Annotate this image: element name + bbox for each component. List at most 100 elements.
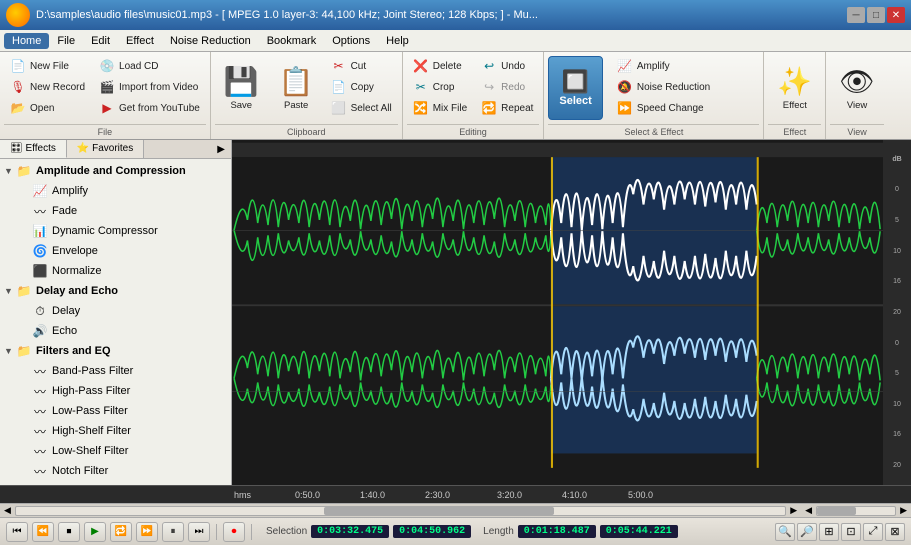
tree-item[interactable]: 📊Dynamic Compressor (0, 221, 231, 241)
menu-item-noise-reduction[interactable]: Noise Reduction (162, 33, 259, 49)
waveform-panel[interactable]: dB 0 5 10 16 20 0 5 10 16 20 (232, 140, 911, 485)
tree-item[interactable]: 🌀Envelope (0, 241, 231, 261)
save-button[interactable]: 💾 Save (215, 56, 268, 120)
zoom-fit-button[interactable]: ⊞ (819, 523, 839, 541)
selection-start-value: 0:03:32.475 (311, 525, 389, 538)
tree-category[interactable]: ▼📁Delay and Echo (0, 281, 231, 301)
menu-item-bookmark[interactable]: Bookmark (259, 33, 325, 49)
tree-category[interactable]: ▼📁Filters and EQ (0, 341, 231, 361)
tree-category[interactable]: ▼📁Amplitude and Compression (0, 161, 231, 181)
open-button[interactable]: 📂 Open (4, 98, 91, 118)
effects-tab[interactable]: 🎛 Effects (0, 140, 67, 158)
select-all-button[interactable]: ⬜ Select All (325, 98, 398, 118)
scroll-right-btn[interactable]: ▶ (790, 505, 797, 516)
repeat-button[interactable]: 🔁 Repeat (475, 98, 539, 118)
tree-item[interactable]: 🔊Echo (0, 321, 231, 341)
noise-reduction-button[interactable]: 🔕 Noise Reduction (611, 77, 716, 97)
delete-button[interactable]: ❌ Delete (407, 56, 473, 76)
tree-item[interactable]: 📈Amplify (0, 181, 231, 201)
tree-item[interactable]: 〰High-Pass Filter (0, 381, 231, 401)
db-label-16t: 16 (893, 278, 901, 285)
amplify-button[interactable]: 📈 Amplify (611, 56, 716, 76)
tree-item[interactable]: 〰High-Shelf Filter (0, 421, 231, 441)
tree-expand-icon[interactable]: ▼ (4, 346, 16, 356)
menu-item-options[interactable]: Options (324, 33, 378, 49)
save-label: Save (230, 100, 252, 111)
crop-button[interactable]: ✂ Crop (407, 77, 473, 97)
undo-button[interactable]: ↩ Undo (475, 56, 539, 76)
load-cd-button[interactable]: 💿 Load CD (93, 56, 206, 76)
menu-item-effect[interactable]: Effect (118, 33, 162, 49)
get-youtube-icon: ▶ (99, 100, 115, 116)
effect-button[interactable]: ✨ Effect (768, 56, 821, 120)
tree-item[interactable]: ⬛Normalize (0, 261, 231, 281)
get-youtube-button[interactable]: ▶ Get from YouTube (93, 98, 206, 118)
ribbon-group-effect: ✨ Effect Effect (764, 52, 826, 139)
tree-item[interactable]: ⏱Delay (0, 301, 231, 321)
paste-button[interactable]: 📋 Paste (270, 56, 323, 120)
tree-item-label: Amplitude and Compression (36, 165, 186, 177)
copy-button[interactable]: 📄 Copy (325, 77, 398, 97)
tree-item[interactable]: 〰Band-Pass Filter (0, 361, 231, 381)
scrollbar-thumb[interactable] (324, 507, 555, 515)
scroll-left-btn2[interactable]: ◀ (805, 505, 812, 516)
new-record-button[interactable]: 🎙 New Record (4, 77, 91, 97)
tree-item-icon: 🌀 (32, 243, 48, 259)
tree-item-icon: ⬛ (32, 263, 48, 279)
zoom-wavefit-button[interactable]: ⤢ (863, 523, 883, 541)
horizontal-scrollbar[interactable] (15, 506, 786, 516)
cut-label: Cut (351, 61, 367, 72)
zoom-controls: 🔍 🔎 ⊞ ⊡ ⤢ ⊠ (775, 523, 905, 541)
ribbon: 📄 New File 🎙 New Record 📂 Open 💿 Load CD (0, 52, 911, 140)
menu-item-home[interactable]: Home (4, 33, 49, 49)
editing-right-col: ↩ Undo ↪ Redo 🔁 Repeat (475, 56, 539, 118)
scrollbar-thumb2[interactable] (817, 507, 856, 515)
scroll-right-btn2[interactable]: ▶ (900, 505, 907, 516)
tree-expand-icon[interactable]: ▼ (4, 286, 16, 296)
panel-nav-button[interactable]: ▶ (213, 143, 229, 156)
scroll-left-btn[interactable]: ◀ (4, 505, 11, 516)
zoom-in-button[interactable]: 🔍 (775, 523, 795, 541)
select-icon: 🔲 (562, 69, 589, 95)
mix-file-button[interactable]: 🔀 Mix File (407, 98, 473, 118)
save-icon: 💾 (224, 65, 259, 98)
tree-item-label: Echo (52, 325, 77, 337)
menu-item-help[interactable]: Help (378, 33, 417, 49)
waveform-display[interactable] (232, 140, 911, 485)
timeline-050: 0:50.0 (295, 490, 320, 500)
ribbon-group-editing: ❌ Delete ✂ Crop 🔀 Mix File ↩ Undo (403, 52, 545, 139)
cut-button[interactable]: ✂ Cut (325, 56, 398, 76)
tree-item[interactable]: 〰Notch Filter (0, 461, 231, 481)
zoom-reset-button[interactable]: ⊠ (885, 523, 905, 541)
repeat-icon: 🔁 (481, 100, 497, 116)
speed-change-button[interactable]: ⏩ Speed Change (611, 98, 716, 118)
favorites-tab[interactable]: ⭐ Favorites (67, 140, 144, 158)
tree-item[interactable]: 〰Low-Shelf Filter (0, 441, 231, 461)
import-video-button[interactable]: 🎬 Import from Video (93, 77, 206, 97)
zoom-sel-button[interactable]: ⊡ (841, 523, 861, 541)
view-button[interactable]: 👁 View (830, 56, 884, 120)
minimize-button[interactable]: ─ (847, 7, 865, 23)
speed-change-icon: ⏩ (617, 100, 633, 116)
effects-tree: ▼📁Amplitude and Compression📈Amplify〰Fade… (0, 159, 231, 485)
menu-item-edit[interactable]: Edit (83, 33, 118, 49)
horizontal-scrollbar2[interactable] (816, 506, 896, 516)
tree-item[interactable]: 〰Fade (0, 201, 231, 221)
import-video-icon: 🎬 (99, 79, 115, 95)
tree-expand-icon[interactable]: ▼ (4, 166, 16, 176)
crop-label: Crop (433, 82, 455, 93)
tree-item-label: High-Pass Filter (52, 385, 130, 397)
close-button[interactable]: ✕ (887, 7, 905, 23)
tree-item[interactable]: 〰Low-Pass Filter (0, 401, 231, 421)
zoom-out-button[interactable]: 🔎 (797, 523, 817, 541)
maximize-button[interactable]: □ (867, 7, 885, 23)
editing-left-col: ❌ Delete ✂ Crop 🔀 Mix File (407, 56, 473, 118)
menu-item-file[interactable]: File (49, 33, 83, 49)
new-file-button[interactable]: 📄 New File (4, 56, 91, 76)
effect-group-content: ✨ Effect (768, 56, 821, 122)
select-button[interactable]: 🔲 Select (548, 56, 602, 120)
redo-button[interactable]: ↪ Redo (475, 77, 539, 97)
tree-item-icon: 〰 (32, 423, 48, 439)
crop-icon: ✂ (413, 79, 429, 95)
ribbon-group-clipboard: 💾 Save 📋 Paste ✂ Cut 📄 Copy ⬜ Select All (211, 52, 403, 139)
